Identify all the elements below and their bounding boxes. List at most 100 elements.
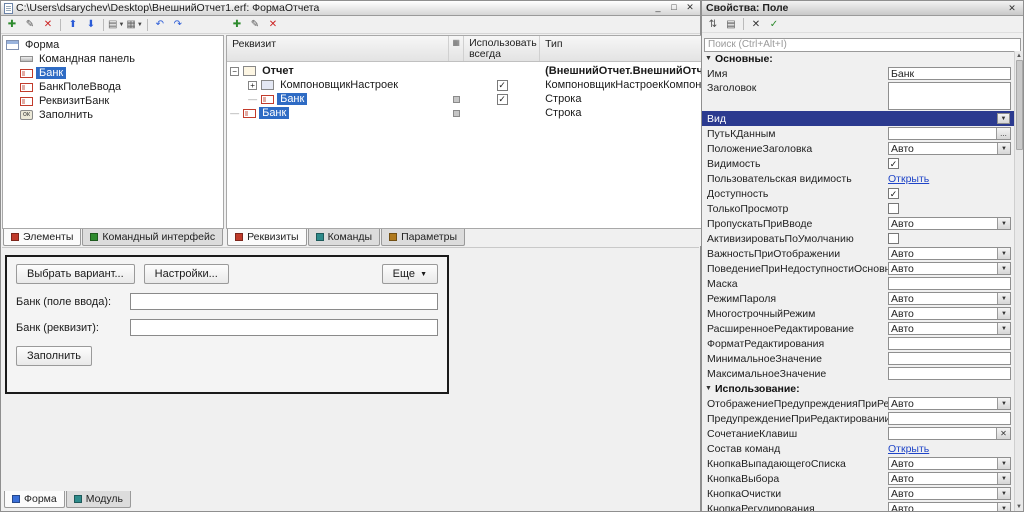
property-row[interactable]: Видимость ✓ xyxy=(702,156,1014,171)
tab-parameters[interactable]: Параметры xyxy=(381,229,466,246)
properties-scrollbar[interactable]: ▲ ▼ xyxy=(1014,51,1023,511)
tree-item-fill[interactable]: ок Заполнить xyxy=(3,108,223,122)
minimize-button[interactable]: _ xyxy=(650,2,666,14)
tree-item-command-bar[interactable]: Командная панель xyxy=(3,52,223,66)
property-row[interactable]: КнопкаВыпадающегоСписка Авто ▼ xyxy=(702,456,1014,471)
property-input[interactable]: Банк xyxy=(888,67,1011,80)
property-row[interactable]: ПоложениеЗаголовка Авто ▼ xyxy=(702,141,1014,156)
property-dropdown[interactable]: Авто ▼ xyxy=(888,217,1011,230)
dropdown-arrow-icon[interactable]: ▼ xyxy=(997,458,1010,469)
bank-input-field[interactable] xyxy=(130,293,438,310)
property-input[interactable] xyxy=(888,367,1011,380)
settings-button[interactable]: Настройки... xyxy=(143,264,229,284)
window-titlebar[interactable]: C:\Users\dsarychev\Desktop\ВнешнийОтчет1… xyxy=(1,1,700,16)
dropdown-arrow-icon[interactable]: ▼ xyxy=(997,398,1010,409)
properties-close-icon[interactable]: ✕ xyxy=(1005,3,1019,14)
tab-command-interface[interactable]: Командный интерфейс xyxy=(82,229,224,246)
dropdown-arrow-icon[interactable]: ▼ xyxy=(997,293,1010,304)
property-dropdown[interactable]: Авто ▼ xyxy=(888,397,1011,410)
property-input[interactable]: ... xyxy=(888,127,1011,140)
property-checkbox[interactable] xyxy=(888,203,899,214)
move-down-icon[interactable]: ⬇ xyxy=(83,17,99,32)
scroll-down-icon[interactable]: ▼ xyxy=(1016,502,1022,511)
tree-item-bank[interactable]: Банк xyxy=(3,66,223,80)
column-header-attribute[interactable]: Реквизит xyxy=(227,36,450,61)
property-row[interactable]: КнопкаОчистки Авто ▼ xyxy=(702,486,1014,501)
tab-attributes[interactable]: Реквизиты xyxy=(227,229,307,246)
tree-root-form[interactable]: Форма xyxy=(3,38,223,52)
dropdown-arrow-icon[interactable]: ▼ xyxy=(997,218,1010,229)
grid-row[interactable]: — Банк Строка xyxy=(227,106,763,120)
redo-icon[interactable]: ↷ xyxy=(170,17,186,32)
open-link[interactable]: Открыть xyxy=(888,173,929,185)
sort-categories-icon[interactable]: ▤ xyxy=(723,17,739,32)
property-checkbox[interactable]: ✓ xyxy=(888,188,899,199)
property-row[interactable]: КнопкаВыбора Авто ▼ xyxy=(702,471,1014,486)
property-row[interactable]: МногострочныйРежим Авто ▼ xyxy=(702,306,1014,321)
property-row[interactable]: Заголовок xyxy=(702,81,1014,111)
property-dropdown[interactable]: Авто ▼ xyxy=(888,247,1011,260)
form-preview[interactable]: Выбрать вариант... Настройки... Еще ▼ Ба… xyxy=(5,255,449,394)
property-row[interactable]: РежимПароля Авто ▼ xyxy=(702,291,1014,306)
properties-caption[interactable]: Свойства: Поле ✕ xyxy=(702,1,1023,16)
dropdown-arrow-icon[interactable]: ▼ xyxy=(997,143,1010,154)
property-row[interactable]: Маска xyxy=(702,276,1014,291)
expand-icon[interactable]: + xyxy=(248,80,258,90)
property-row[interactable]: ВажностьПриОтображении Авто ▼ xyxy=(702,246,1014,261)
view-mode-icon[interactable]: ▦ ▼ xyxy=(126,17,142,32)
delete-icon[interactable]: ✕ xyxy=(265,17,281,32)
tab-elements[interactable]: Элементы xyxy=(3,229,82,246)
property-input[interactable] xyxy=(888,337,1011,350)
property-row[interactable]: Имя Банк xyxy=(702,66,1014,81)
tree-item-bank-input[interactable]: БанкПолеВвода xyxy=(3,80,223,94)
clear-icon[interactable]: ✕ xyxy=(748,17,764,32)
tab-module[interactable]: Модуль xyxy=(65,491,131,508)
property-row[interactable]: АктивизироватьПоУмолчанию xyxy=(702,231,1014,246)
properties-search-input[interactable] xyxy=(704,37,1021,52)
grid-cell-use-always[interactable] xyxy=(464,106,540,120)
property-row[interactable]: МаксимальноеЗначение xyxy=(702,366,1014,381)
grid-cell-use-always[interactable] xyxy=(464,64,540,78)
add-icon[interactable]: ✚ xyxy=(4,17,20,32)
tab-commands[interactable]: Команды xyxy=(307,229,381,246)
undo-icon[interactable]: ↶ xyxy=(152,17,168,32)
dropdown-arrow-icon[interactable]: ▼ xyxy=(997,323,1010,334)
property-row[interactable]: Доступность ✓ xyxy=(702,186,1014,201)
maximize-button[interactable]: □ xyxy=(666,2,682,14)
dropdown-arrow-icon[interactable]: ▼ xyxy=(997,503,1010,511)
clear-button[interactable]: ✕ xyxy=(996,428,1010,439)
property-row[interactable]: Пользовательская видимость Открыть xyxy=(702,171,1014,186)
property-row[interactable]: Вид ▼ xyxy=(702,111,1014,126)
open-link[interactable]: Открыть xyxy=(888,443,929,455)
property-dropdown[interactable]: Авто ▼ xyxy=(888,292,1011,305)
property-input[interactable] xyxy=(888,412,1011,425)
grid-row[interactable]: — Банк ✓ Строка xyxy=(227,92,763,106)
add-icon[interactable]: ✚ xyxy=(229,17,245,32)
checked-checkbox[interactable]: ✓ xyxy=(496,93,508,105)
dropdown-arrow-icon[interactable]: ▼ xyxy=(997,263,1010,274)
edit-icon[interactable]: ✎ xyxy=(22,17,38,32)
column-header-marker[interactable]: ▦ xyxy=(449,36,465,61)
property-input[interactable]: ✕ xyxy=(888,427,1011,440)
sort-alphabetical-icon[interactable]: ⇅ xyxy=(705,17,721,32)
property-row[interactable]: ПредупреждениеПриРедактировании xyxy=(702,411,1014,426)
property-dropdown[interactable]: Авто ▼ xyxy=(888,502,1011,511)
delete-icon[interactable]: ✕ xyxy=(40,17,56,32)
property-row[interactable]: ОтображениеПредупрежденияПриРедактироАвт… xyxy=(702,396,1014,411)
dropdown-arrow-icon[interactable]: ▼ xyxy=(997,488,1010,499)
fill-button[interactable]: Заполнить xyxy=(16,346,93,366)
column-header-use-always[interactable]: Использовать всегда xyxy=(464,36,541,61)
ellipsis-button[interactable]: ... xyxy=(996,128,1010,139)
grid-row[interactable]: + КомпоновщикНастроек ✓ КомпоновщикНастроек… xyxy=(227,78,763,92)
property-dropdown[interactable]: Авто ▼ xyxy=(888,487,1011,500)
grid-cell-use-always[interactable]: ✓ xyxy=(464,92,540,106)
dropdown-arrow-icon[interactable]: ▼ xyxy=(997,248,1010,259)
property-row[interactable]: КнопкаРегулирования Авто ▼ xyxy=(702,501,1014,511)
tab-form[interactable]: Форма xyxy=(4,491,65,508)
property-dropdown[interactable]: Авто ▼ xyxy=(888,457,1011,470)
scrollbar-thumb[interactable] xyxy=(1015,60,1023,150)
table-settings-icon[interactable]: ▤ ▼ xyxy=(108,17,124,32)
property-row[interactable]: РасширенноеРедактирование Авто ▼ xyxy=(702,321,1014,336)
tree-item-attr-bank[interactable]: РеквизитБанк xyxy=(3,94,223,108)
bank-attr-field[interactable] xyxy=(130,319,438,336)
